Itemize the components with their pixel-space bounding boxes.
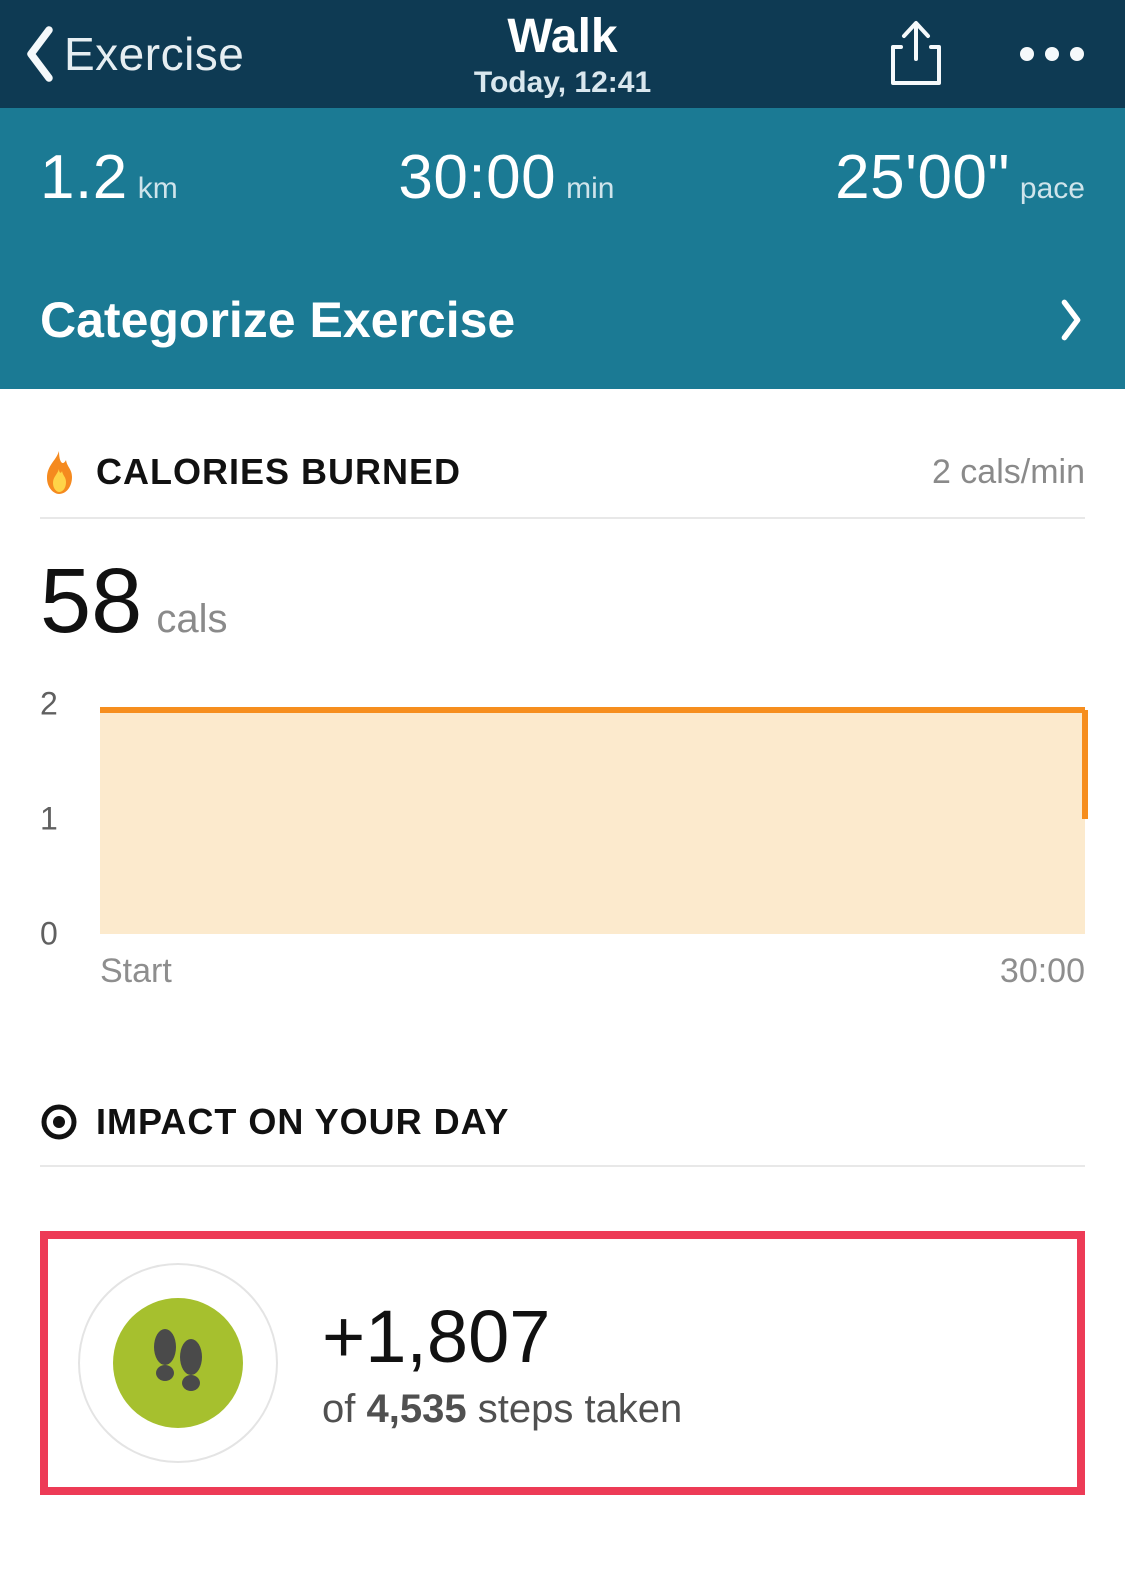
duration-unit: min	[566, 172, 614, 206]
app-header: Exercise Walk Today, 12:41	[0, 0, 1125, 108]
activity-title: Walk	[507, 9, 617, 64]
duration-value: 30:00	[398, 142, 556, 213]
pace-unit: pace	[1020, 172, 1085, 206]
pace-value: 25'00"	[835, 142, 1010, 213]
chart-x-axis: Start 30:00	[100, 934, 1085, 991]
y-tick-label: 1	[40, 801, 58, 838]
steps-impact-text: +1,807 of 4,535 steps taken	[322, 1294, 682, 1432]
stat-duration: 30:00 min	[398, 142, 614, 213]
stat-pace: 25'00" pace	[835, 142, 1085, 213]
calories-title: CALORIES BURNED	[96, 451, 461, 493]
share-button[interactable]	[887, 19, 945, 89]
activity-time: Today, 12:41	[474, 66, 651, 100]
of-word: of	[322, 1387, 355, 1431]
footsteps-icon	[143, 1323, 213, 1403]
target-icon	[40, 1103, 78, 1141]
calories-value: 58	[40, 549, 142, 654]
calories-rate: 2 cals/min	[932, 453, 1085, 492]
back-label: Exercise	[64, 27, 244, 81]
categorize-label: Categorize Exercise	[40, 291, 515, 349]
back-button[interactable]: Exercise	[20, 24, 280, 84]
summary-band: 1.2 km 30:00 min 25'00" pace Categorize …	[0, 108, 1125, 389]
steps-added: +1,807	[322, 1294, 682, 1379]
impact-section: IMPACT ON YOUR DAY +1,807	[40, 1101, 1085, 1495]
share-icon	[887, 19, 945, 89]
y-tick-label: 0	[40, 916, 58, 953]
calories-section: CALORIES BURNED 2 cals/min 58 cals 012 S…	[40, 449, 1085, 991]
x-end-label: 30:00	[1000, 952, 1085, 991]
y-tick-label: 2	[40, 686, 58, 723]
steps-total: 4,535	[366, 1387, 466, 1431]
categorize-exercise-row[interactable]: Categorize Exercise	[40, 269, 1085, 389]
impact-title: IMPACT ON YOUR DAY	[96, 1101, 509, 1143]
chevron-right-icon	[1057, 298, 1085, 342]
chart-plot-area	[100, 704, 1085, 934]
more-button[interactable]	[1017, 44, 1087, 64]
steps-badge	[78, 1263, 278, 1463]
stat-distance: 1.2 km	[40, 142, 178, 213]
steps-tail: steps taken	[478, 1387, 683, 1431]
more-icon	[1017, 44, 1087, 64]
header-title-block: Walk Today, 12:41	[280, 9, 845, 100]
steps-impact-card[interactable]: +1,807 of 4,535 steps taken	[40, 1231, 1085, 1495]
distance-value: 1.2	[40, 142, 128, 213]
distance-unit: km	[138, 172, 178, 206]
calories-total: 58 cals	[40, 519, 1085, 704]
chevron-left-icon	[20, 24, 60, 84]
x-start-label: Start	[100, 952, 172, 991]
flame-icon	[40, 449, 78, 495]
calories-unit: cals	[156, 597, 227, 642]
chart-y-axis: 012	[40, 704, 88, 934]
calories-chart: 012	[40, 704, 1085, 934]
